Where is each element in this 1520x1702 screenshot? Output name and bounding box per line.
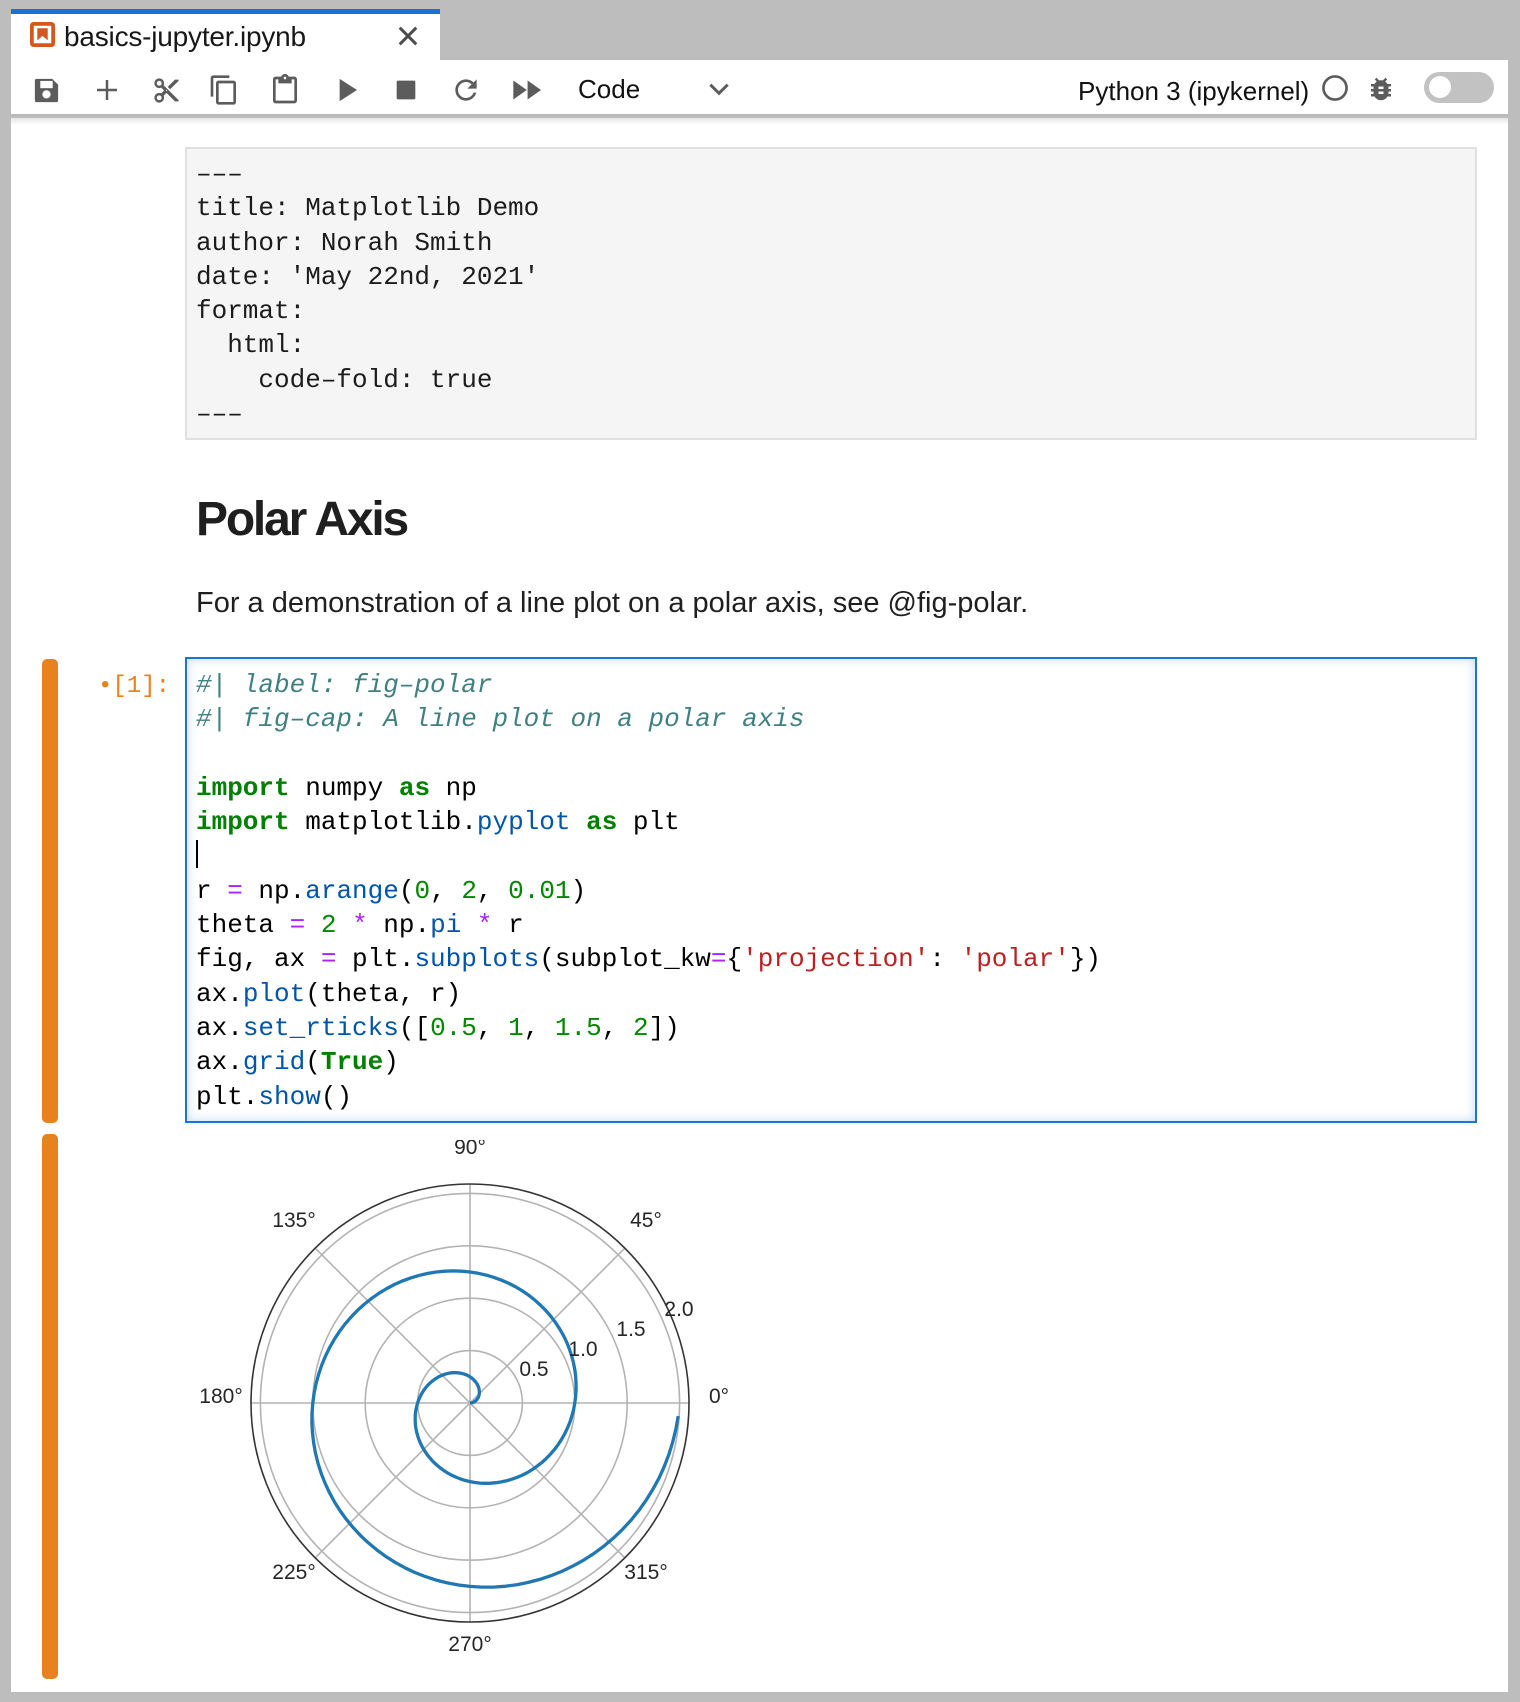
svg-text:0°: 0° [709,1385,729,1408]
svg-text:90°: 90° [454,1140,486,1159]
svg-text:45°: 45° [630,1209,662,1232]
svg-text:1.0: 1.0 [568,1338,597,1361]
svg-text:315°: 315° [624,1561,667,1584]
svg-text:2.0: 2.0 [664,1298,693,1321]
svg-text:180°: 180° [199,1385,242,1408]
svg-text:1.5: 1.5 [616,1318,645,1341]
svg-text:225°: 225° [272,1561,315,1584]
svg-text:0.5: 0.5 [519,1358,548,1381]
svg-text:135°: 135° [272,1209,315,1232]
svg-text:270°: 270° [448,1633,491,1656]
